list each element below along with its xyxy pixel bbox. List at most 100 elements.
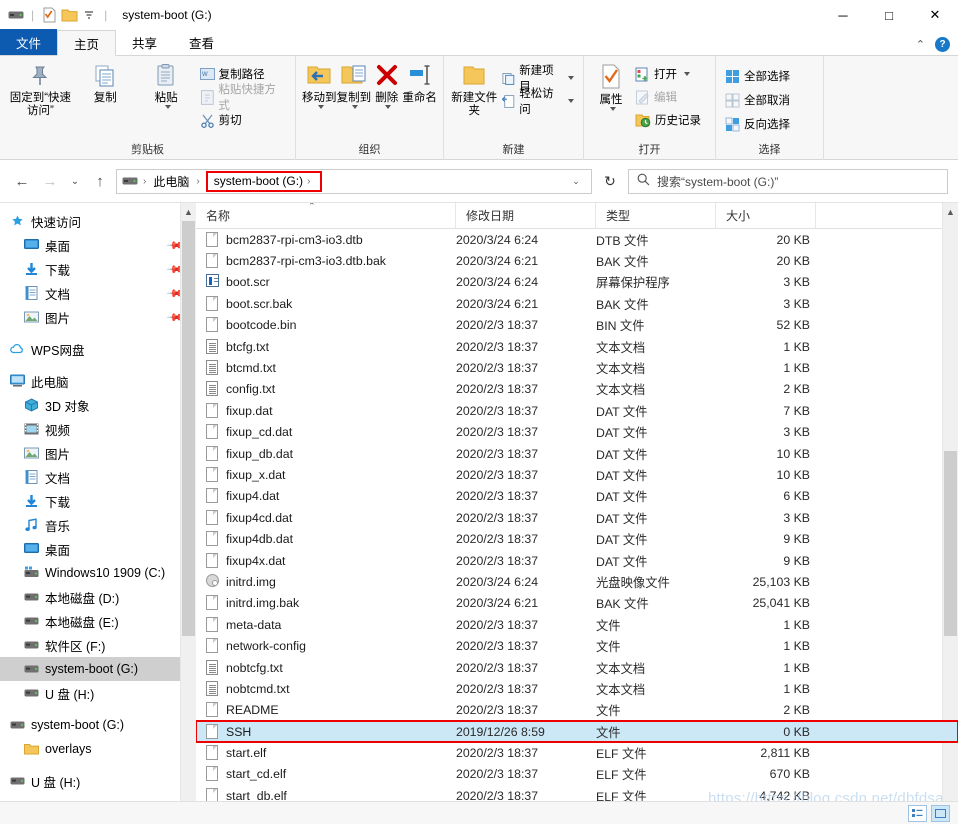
table-row[interactable]: nobtcmd.txt 2020/2/3 18:37 文本文档 1 KB bbox=[196, 678, 958, 699]
table-row[interactable]: btcfg.txt 2020/2/3 18:37 文本文档 1 KB bbox=[196, 336, 958, 357]
help-icon[interactable]: ? bbox=[935, 37, 950, 52]
chevron-down-icon[interactable] bbox=[684, 72, 690, 76]
scroll-up-icon[interactable]: ▲ bbox=[943, 203, 958, 220]
sidebar-item-11[interactable]: 下载 bbox=[0, 489, 196, 513]
sidebar-item-12[interactable]: 音乐 bbox=[0, 513, 196, 537]
sidebar-item-2[interactable]: 下载 📌 bbox=[0, 257, 196, 281]
pin-to-quick-access-button[interactable]: 固定到“快速访问” bbox=[6, 60, 75, 118]
rename-button[interactable]: 重命名 bbox=[402, 60, 437, 105]
chevron-down-icon[interactable] bbox=[164, 105, 171, 109]
tab-view[interactable]: 查看 bbox=[173, 29, 230, 55]
sidebar-item-18[interactable]: system-boot (G:) bbox=[0, 657, 196, 681]
sidebar-item-5[interactable]: WPS网盘 bbox=[0, 337, 196, 361]
table-row[interactable]: SSH 2019/12/26 8:59 文件 0 KB bbox=[196, 719, 958, 744]
table-row[interactable]: fixup_cd.dat 2020/2/3 18:37 DAT 文件 3 KB bbox=[196, 422, 958, 443]
sidebar-item-8[interactable]: 视频 bbox=[0, 417, 196, 441]
customize-quick-access-icon[interactable] bbox=[79, 5, 99, 25]
sidebar-item-17[interactable]: 软件区 (F:) bbox=[0, 633, 196, 657]
close-button[interactable]: ✕ bbox=[912, 0, 958, 30]
properties-icon[interactable] bbox=[39, 5, 59, 25]
large-icons-view-button[interactable] bbox=[931, 805, 950, 822]
table-row[interactable]: boot.scr.bak 2020/3/24 6:21 BAK 文件 3 KB bbox=[196, 293, 958, 314]
column-header-name[interactable]: 名称 bbox=[196, 203, 456, 229]
move-to-button[interactable]: 移动到 bbox=[302, 60, 337, 109]
chevron-down-icon[interactable] bbox=[317, 105, 324, 109]
tab-home[interactable]: 主页 bbox=[57, 30, 117, 56]
table-row[interactable]: boot.scr 2020/3/24 6:24 屏幕保护程序 3 KB bbox=[196, 272, 958, 293]
select-none-button[interactable]: 全部取消 bbox=[722, 90, 793, 110]
sidebar-item-3[interactable]: 文档 📌 bbox=[0, 281, 196, 305]
table-row[interactable]: bcm2837-rpi-cm3-io3.dtb.bak 2020/3/24 6:… bbox=[196, 250, 958, 271]
table-row[interactable]: start_cd.elf 2020/2/3 18:37 ELF 文件 670 K… bbox=[196, 764, 958, 785]
new-folder-icon[interactable] bbox=[59, 5, 79, 25]
table-row[interactable]: initrd.img 2020/3/24 6:24 光盘映像文件 25,103 … bbox=[196, 571, 958, 592]
sidebar-item-20[interactable]: system-boot (G:) bbox=[0, 713, 196, 737]
sidebar-item-13[interactable]: 桌面 bbox=[0, 537, 196, 561]
chevron-down-icon[interactable] bbox=[352, 105, 359, 109]
file-scrollbar-thumb[interactable] bbox=[944, 451, 957, 636]
table-row[interactable]: fixup.dat 2020/2/3 18:37 DAT 文件 7 KB bbox=[196, 400, 958, 421]
sidebar-item-15[interactable]: 本地磁盘 (D:) bbox=[0, 585, 196, 609]
sidebar-item-19[interactable]: U 盘 (H:) bbox=[0, 681, 196, 705]
sidebar-item-4[interactable]: 图片 📌 bbox=[0, 305, 196, 329]
copy-button[interactable]: 复制 bbox=[75, 60, 136, 105]
table-row[interactable]: bcm2837-rpi-cm3-io3.dtb 2020/3/24 6:24 D… bbox=[196, 229, 958, 250]
cut-button[interactable]: 剪切 bbox=[197, 110, 289, 130]
refresh-button[interactable]: ↻ bbox=[596, 169, 624, 194]
delete-button[interactable]: 删除 bbox=[371, 60, 402, 109]
table-row[interactable]: network-config 2020/2/3 18:37 文件 1 KB bbox=[196, 635, 958, 656]
select-all-button[interactable]: 全部选择 bbox=[722, 66, 793, 86]
sidebar-item-14[interactable]: Windows10 1909 (C:) bbox=[0, 561, 196, 585]
sidebar-item-21[interactable]: overlays bbox=[0, 737, 196, 761]
table-row[interactable]: meta-data 2020/2/3 18:37 文件 1 KB bbox=[196, 614, 958, 635]
table-row[interactable]: nobtcfg.txt 2020/2/3 18:37 文本文档 1 KB bbox=[196, 657, 958, 678]
table-row[interactable]: initrd.img.bak 2020/3/24 6:21 BAK 文件 25,… bbox=[196, 593, 958, 614]
address-dropdown-icon[interactable]: ⌄ bbox=[565, 176, 587, 187]
sidebar-item-6[interactable]: 此电脑 bbox=[0, 369, 196, 393]
table-row[interactable]: fixup_db.dat 2020/2/3 18:37 DAT 文件 10 KB bbox=[196, 443, 958, 464]
paste-button[interactable]: 粘贴 bbox=[136, 60, 197, 109]
collapse-ribbon-icon[interactable]: ⌃ bbox=[916, 38, 925, 51]
table-row[interactable]: btcmd.txt 2020/2/3 18:37 文本文档 1 KB bbox=[196, 357, 958, 378]
properties-button[interactable]: 属性 bbox=[590, 60, 632, 111]
new-folder-button[interactable]: 新建文件夹 bbox=[450, 60, 499, 118]
table-row[interactable]: bootcode.bin 2020/2/3 18:37 BIN 文件 52 KB bbox=[196, 315, 958, 336]
chevron-down-icon[interactable] bbox=[385, 105, 392, 109]
sidebar-item-22[interactable]: U 盘 (H:) bbox=[0, 769, 196, 793]
forward-button[interactable]: → bbox=[38, 169, 62, 193]
chevron-down-icon[interactable] bbox=[568, 76, 574, 80]
sidebar-item-7[interactable]: 3D 对象 bbox=[0, 393, 196, 417]
nav-scrollbar-thumb[interactable] bbox=[182, 221, 195, 636]
scroll-up-icon[interactable]: ▲ bbox=[181, 203, 196, 220]
search-input[interactable]: 搜索“system-boot (G:)” bbox=[628, 168, 948, 194]
sidebar-item-0[interactable]: 快速访问 bbox=[0, 209, 196, 233]
paste-shortcut-button[interactable]: 粘贴快捷方式 bbox=[197, 84, 289, 112]
sidebar-item-9[interactable]: 图片 bbox=[0, 441, 196, 465]
table-row[interactable]: fixup4db.dat 2020/2/3 18:37 DAT 文件 9 KB bbox=[196, 528, 958, 549]
table-row[interactable]: fixup4cd.dat 2020/2/3 18:37 DAT 文件 3 KB bbox=[196, 507, 958, 528]
chevron-down-icon[interactable] bbox=[568, 99, 574, 103]
table-row[interactable]: fixup_x.dat 2020/2/3 18:37 DAT 文件 10 KB bbox=[196, 464, 958, 485]
sidebar-item-16[interactable]: 本地磁盘 (E:) bbox=[0, 609, 196, 633]
column-header-date[interactable]: 修改日期 bbox=[456, 203, 596, 229]
copy-to-button[interactable]: 复制到 bbox=[337, 60, 372, 109]
up-button[interactable]: ↑ bbox=[88, 169, 112, 193]
open-button[interactable]: 打开 bbox=[632, 64, 704, 84]
tab-share[interactable]: 共享 bbox=[116, 29, 173, 55]
column-header-size[interactable]: 大小 bbox=[716, 203, 816, 229]
back-button[interactable]: ← bbox=[10, 169, 34, 193]
breadcrumb[interactable]: › 此电脑 › system-boot (G:) › ⌄ bbox=[116, 168, 592, 194]
recent-locations-icon[interactable]: ⌄ bbox=[66, 169, 84, 193]
maximize-button[interactable]: □ bbox=[866, 0, 912, 30]
invert-selection-button[interactable]: 反向选择 bbox=[722, 114, 793, 134]
breadcrumb-system-boot[interactable]: system-boot (G:) › bbox=[205, 170, 323, 192]
table-row[interactable]: start.elf 2020/2/3 18:37 ELF 文件 2,811 KB bbox=[196, 742, 958, 763]
table-row[interactable]: fixup4x.dat 2020/2/3 18:37 DAT 文件 9 KB bbox=[196, 550, 958, 571]
table-row[interactable]: config.txt 2020/2/3 18:37 文本文档 2 KB bbox=[196, 379, 958, 400]
breadcrumb-this-pc[interactable]: 此电脑 bbox=[150, 171, 192, 192]
minimize-button[interactable]: ─ bbox=[820, 0, 866, 30]
sidebar-item-1[interactable]: 桌面 📌 bbox=[0, 233, 196, 257]
table-row[interactable]: README 2020/2/3 18:37 文件 2 KB bbox=[196, 700, 958, 721]
details-view-button[interactable] bbox=[908, 805, 927, 822]
edit-button[interactable]: 编辑 bbox=[632, 87, 704, 107]
